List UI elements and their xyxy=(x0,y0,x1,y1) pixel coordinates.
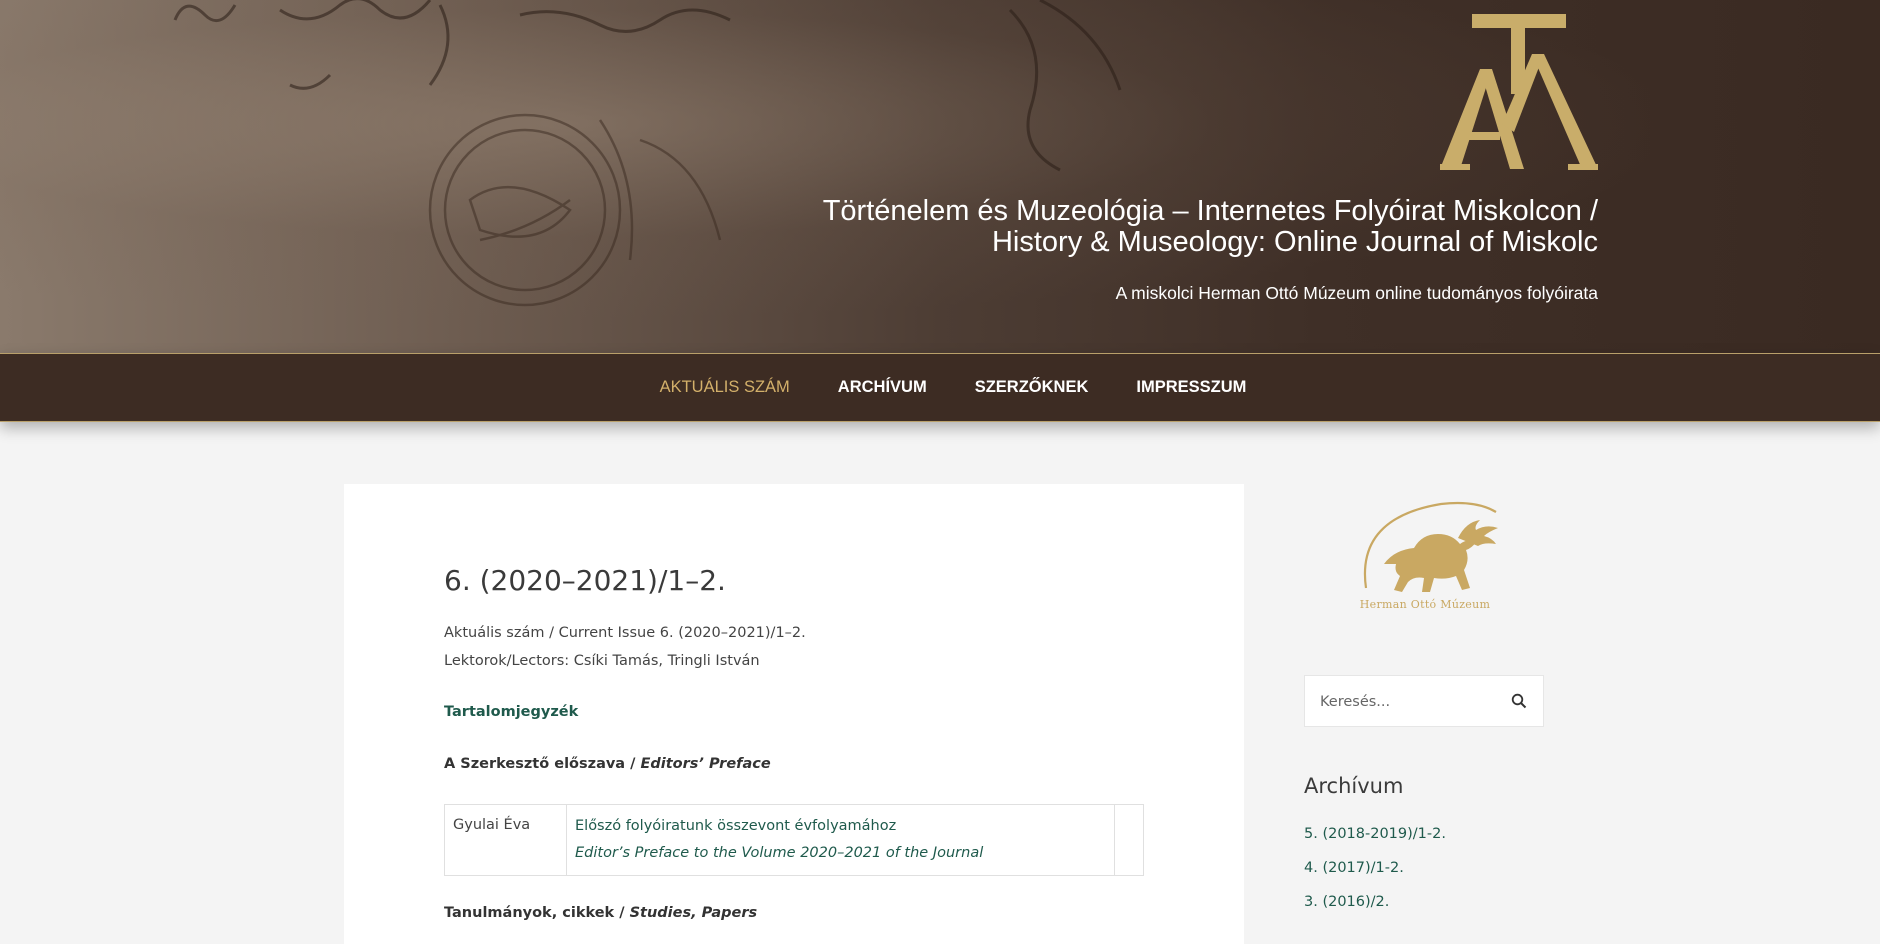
tm-monogram-logo-icon[interactable] xyxy=(1440,14,1598,170)
section-heading-label: Tanulmányok, cikkek / xyxy=(444,905,630,921)
archive-item[interactable]: 4. (2017)/1-2. xyxy=(1304,860,1404,876)
entry-title-hu-link[interactable]: Előszó folyóiratunk összevont évfolyamáh… xyxy=(575,817,896,835)
site-title-line-1: Történelem és Muzeológia – Internetes Fo… xyxy=(822,195,1598,227)
lectors-line: Lektorok/Lectors: Csíki Tamás, Tringli I… xyxy=(444,653,760,669)
site-header: Történelem és Muzeológia – Internetes Fo… xyxy=(0,0,1880,353)
article-content: 6. (2020–2021)/1–2. Aktuális szám / Curr… xyxy=(344,484,1244,944)
search-icon[interactable] xyxy=(1511,693,1527,709)
toc-heading[interactable]: Tartalomjegyzék xyxy=(444,704,578,720)
museum-name: Herman Ottó Múzeum xyxy=(1359,598,1491,611)
archive-item[interactable]: 5. (2018-2019)/1-2. xyxy=(1304,826,1446,842)
entry-author: Gyulai Éva xyxy=(445,805,567,875)
section-heading-label-en: Studies, Papers xyxy=(629,905,758,921)
search-form xyxy=(1304,675,1544,727)
entry-title-cell: Előszó folyóiratunk összevont évfolyamáh… xyxy=(567,805,1115,875)
section-heading-studies: Tanulmányok, cikkek / Studies, Papers xyxy=(444,905,757,921)
nav-item-impresszum[interactable]: IMPRESSZUM xyxy=(1136,378,1246,397)
current-issue-line: Aktuális szám / Current Issue 6. (2020–2… xyxy=(444,625,806,641)
site-title-line-2: History & Museology: Online Journal of M… xyxy=(991,226,1598,258)
nav-item-archivum[interactable]: ARCHÍVUM xyxy=(838,378,927,397)
search-input[interactable] xyxy=(1306,677,1512,727)
archive-widget-title: Archívum xyxy=(1304,774,1404,798)
page-title: 6. (2020–2021)/1–2. xyxy=(444,564,726,597)
archive-item[interactable]: 3. (2016)/2. xyxy=(1304,894,1389,910)
entry-title-en-link[interactable]: Editor’s Preface to the Volume 2020–2021… xyxy=(575,844,983,862)
section-heading-label: A Szerkesztő előszava / xyxy=(444,756,641,772)
nav-item-aktualis-szam[interactable]: AKTUÁLIS SZÁM xyxy=(660,378,790,397)
section-heading-label-en: Editors’ Preface xyxy=(640,756,771,772)
section-heading-preface: A Szerkesztő előszava / Editors’ Preface xyxy=(444,756,771,772)
nav-item-szerzoknek[interactable]: SZERZŐKNEK xyxy=(975,378,1089,397)
site-title[interactable]: Történelem és Muzeológia – Internetes Fo… xyxy=(698,196,1598,258)
toc-table: Gyulai Éva Előszó folyóiratunk összevont… xyxy=(444,804,1144,876)
main-navigation: AKTUÁLIS SZÁM ARCHÍVUM SZERZŐKNEK IMPRES… xyxy=(0,353,1880,422)
site-tagline: A miskolci Herman Ottó Múzeum online tud… xyxy=(1115,283,1598,303)
